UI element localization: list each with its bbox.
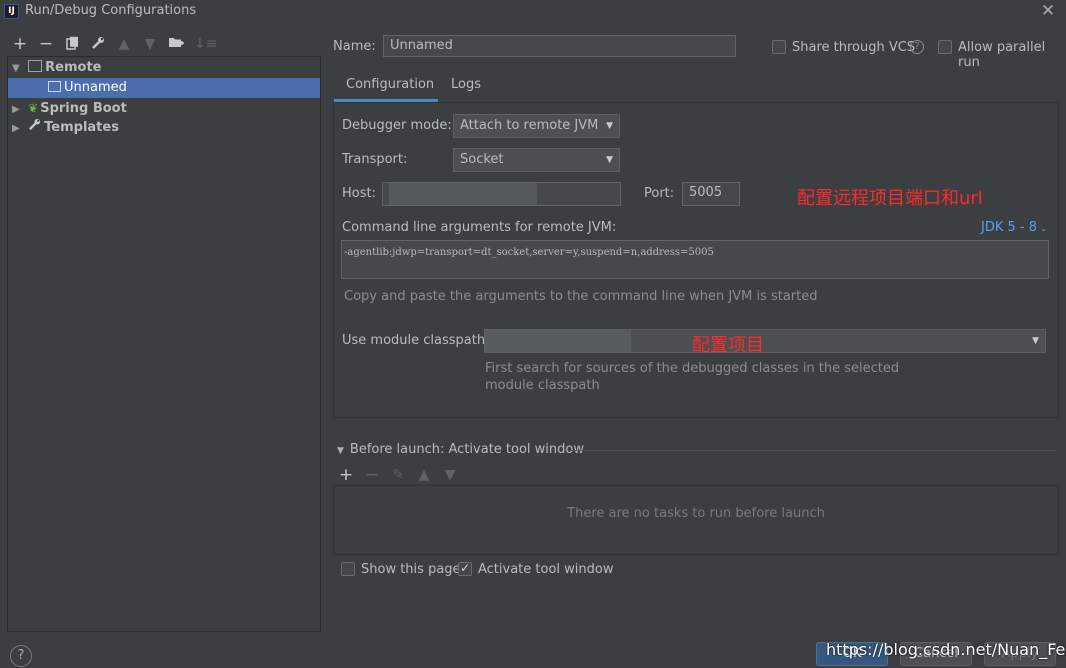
tree-label: Remote (45, 60, 102, 75)
watermark-text: https://blog.csdn.net/Nuan_Feng (826, 640, 1066, 659)
sort-icon[interactable]: ↓≡ (194, 36, 217, 52)
port-field[interactable]: 5005 (682, 182, 740, 206)
new-folder-icon[interactable] (168, 36, 184, 52)
title-bar: IJ Run/Debug Configurations ✕ (0, 0, 1066, 24)
remote-icon (28, 60, 43, 72)
share-vcs-checkbox[interactable] (772, 40, 786, 54)
collapse-arrow-icon[interactable]: ▶ (12, 119, 24, 139)
activate-tool-window-label: Activate tool window (478, 562, 614, 577)
wrench-icon[interactable] (90, 36, 106, 52)
redacted-blur (485, 330, 631, 352)
annotation-host: 配置远程项目端口和url (797, 188, 983, 209)
chevron-down-icon: ⌄ (1040, 224, 1048, 234)
redacted-blur (389, 183, 537, 205)
tree-label: Spring Boot (40, 101, 127, 116)
before-launch-toggle[interactable]: ▼ Before launch: Activate tool window (337, 442, 584, 457)
select-value: Socket (460, 152, 504, 167)
chevron-down-icon: ▼ (606, 121, 613, 131)
spring-boot-icon: ❦ (28, 101, 39, 115)
module-hint-line2: module classpath (485, 378, 600, 393)
help-icon[interactable]: ? (10, 645, 32, 667)
module-classpath-label: Use module classpath: (342, 333, 490, 348)
tree-item-spring-boot[interactable]: ▶ ❦ Spring Boot (8, 98, 320, 118)
tree-item-remote[interactable]: ▼ Remote (8, 58, 320, 78)
annotation-module: 配置项目 (692, 335, 764, 356)
select-value: Attach to remote JVM (460, 118, 599, 133)
remove-icon[interactable]: − (38, 36, 54, 53)
before-launch-title: Before launch: Activate tool window (349, 442, 584, 457)
expand-arrow-icon[interactable]: ▼ (12, 59, 24, 79)
host-label: Host: (342, 186, 376, 201)
move-down-icon[interactable]: ▼ (142, 36, 158, 52)
edit-icon[interactable]: ✎ (390, 467, 406, 483)
chevron-down-icon: ▼ (606, 155, 613, 165)
name-label: Name: (333, 39, 376, 54)
add-icon[interactable]: + (12, 36, 28, 53)
activate-tool-window-checkbox[interactable] (458, 561, 472, 576)
divider (570, 450, 1056, 451)
expand-arrow-icon: ▼ (337, 446, 344, 456)
tab-configuration[interactable]: Configuration (334, 70, 438, 102)
remove-icon[interactable]: − (364, 467, 380, 484)
debugger-mode-select[interactable]: Attach to remote JVM ▼ (453, 114, 620, 138)
module-classpath-select[interactable]: ▼ (484, 329, 1046, 353)
cmd-args-label: Command line arguments for remote JVM: (342, 220, 617, 235)
window-title: Run/Debug Configurations (25, 3, 197, 18)
tree-item-unnamed[interactable]: Unnamed (8, 78, 320, 98)
tree-label: Unnamed (64, 80, 127, 95)
tree-label: Templates (44, 120, 119, 135)
transport-select[interactable]: Socket ▼ (453, 148, 620, 172)
copy-icon[interactable] (64, 36, 80, 52)
close-icon[interactable]: ✕ (1040, 1, 1056, 21)
tree-item-templates[interactable]: ▶ Templates (8, 118, 320, 138)
show-page-label: Show this page (361, 562, 461, 577)
share-vcs-label: Share through VCS (792, 40, 916, 55)
move-up-icon[interactable]: ▲ (416, 467, 432, 483)
move-down-icon[interactable]: ▼ (442, 467, 458, 483)
wrench-icon (28, 118, 42, 138)
chevron-down-icon: ▼ (1032, 336, 1039, 346)
link-label: JDK 5 - 8 (981, 220, 1037, 235)
move-up-icon[interactable]: ▲ (116, 36, 132, 52)
intellij-icon: IJ (4, 4, 19, 19)
module-hint-line1: First search for sources of the debugged… (485, 361, 900, 376)
show-page-checkbox[interactable] (341, 562, 355, 576)
remote-config-icon (48, 81, 61, 92)
tab-label: Configuration (346, 77, 435, 92)
jdk-version-link[interactable]: JDK 5 - 8 ⌄ (981, 220, 1048, 235)
tab-logs[interactable]: Logs (451, 77, 481, 92)
empty-tasks-text: There are no tasks to run before launch (567, 506, 825, 521)
cmd-args-hint: Copy and paste the arguments to the comm… (344, 289, 818, 304)
collapse-arrow-icon[interactable]: ▶ (12, 100, 24, 120)
debugger-mode-label: Debugger mode: (342, 118, 452, 133)
host-field[interactable] (382, 182, 621, 206)
port-label: Port: (644, 186, 675, 201)
configuration-tree: ▼ Remote Unnamed ▶ ❦ Spring Boot ▶ Templa… (7, 56, 321, 632)
add-icon[interactable]: + (338, 467, 354, 484)
help-icon[interactable]: ? (910, 40, 924, 54)
name-field[interactable]: Unnamed (383, 35, 736, 57)
parallel-run-checkbox[interactable] (938, 40, 952, 54)
before-launch-task-list[interactable]: There are no tasks to run before launch (333, 485, 1059, 555)
parallel-run-label: Allow parallel run (958, 40, 1046, 70)
cmd-args-field[interactable]: -agentlib:jdwp=transport=dt_socket,serve… (341, 240, 1049, 279)
transport-label: Transport: (342, 152, 408, 167)
